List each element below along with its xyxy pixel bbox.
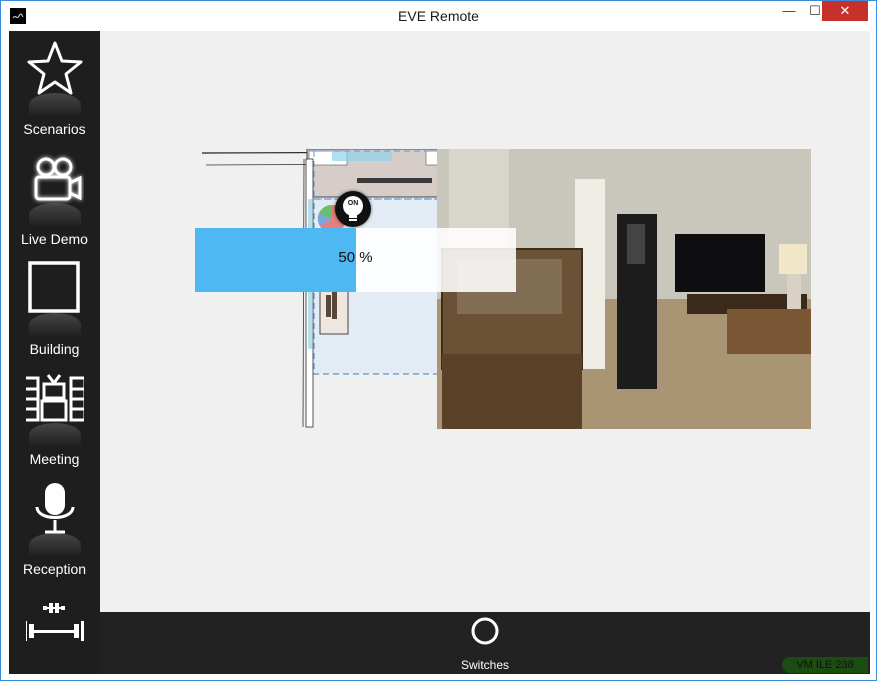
sidebar-item-live-demo[interactable]: Live Demo [9,141,100,251]
icon-reflection [29,533,81,557]
status-badge: VM ILE 238 [782,657,868,673]
sidebar-item-reception[interactable]: Reception [9,471,100,581]
icon-reflection [29,93,81,117]
switches-icon[interactable] [470,616,500,646]
switches-label[interactable]: Switches [435,658,535,672]
window-title: EVE Remote [398,8,479,24]
sidebar-item-meeting[interactable]: Meeting [9,361,100,471]
sidebar-item-label: Reception [22,561,87,577]
video-camera-icon [26,149,84,209]
app-window: EVE Remote — ☐ ✕ Scenarios Live Demo Bui… [0,0,877,681]
star-icon [26,39,84,99]
title-bar: EVE Remote — ☐ ✕ [1,1,876,31]
dumbbell-icon [22,599,86,659]
sidebar-item-building[interactable]: Building [9,251,100,361]
dimmer-value-label: 50 % [338,249,373,266]
sidebar-item-label: Meeting [29,451,80,467]
tv-room-icon [22,369,87,429]
dimmer-slider[interactable]: 50 % [195,228,516,292]
microphone-icon [26,479,84,539]
sidebar-item-scenarios[interactable]: Scenarios [9,31,100,141]
icon-reflection [29,423,81,447]
sidebar-item-label: Scenarios [23,121,86,137]
close-button[interactable]: ✕ [822,1,868,21]
icon-reflection [29,203,81,227]
light-state-label: ON [347,200,359,207]
lightbulb-icon [343,196,363,221]
square-icon [26,259,84,319]
sidebar-item-label: Live Demo [21,231,88,247]
sidebar: Scenarios Live Demo Building Meeting Rec… [9,31,100,674]
icon-reflection [29,313,81,337]
sidebar-item-fitness[interactable] [9,581,100,674]
light-switch-button[interactable]: ON [335,191,371,227]
sidebar-item-label: Building [29,341,80,357]
main-content: ON 50 % [100,31,870,612]
bottom-bar: Switches VM ILE 238 [100,612,870,674]
